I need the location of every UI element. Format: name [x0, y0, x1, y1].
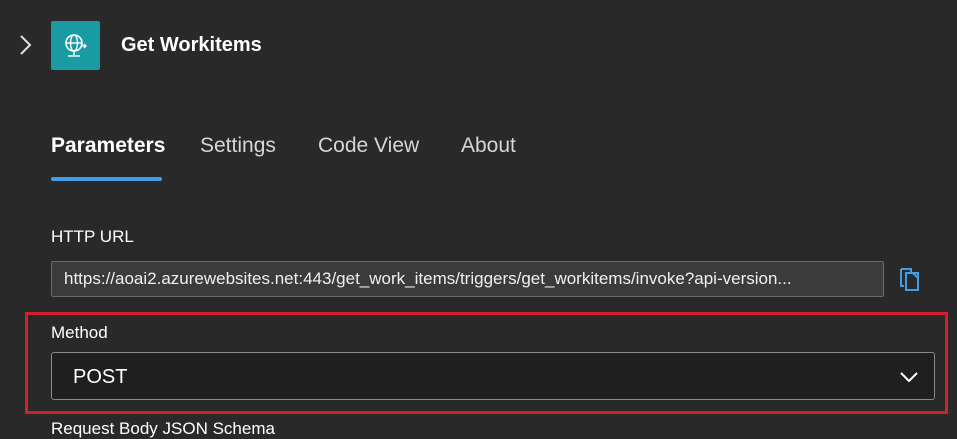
method-label: Method	[51, 323, 108, 342]
tab-about[interactable]: About	[461, 134, 516, 158]
http-url-label: HTTP URL	[51, 227, 134, 246]
http-action-icon	[51, 21, 100, 70]
chevron-down-icon	[898, 367, 920, 387]
method-dropdown[interactable]: POST	[51, 352, 935, 400]
active-tab-indicator	[51, 177, 162, 181]
method-selected-value: POST	[73, 366, 128, 388]
tab-settings[interactable]: Settings	[200, 134, 276, 158]
request-body-schema-label: Request Body JSON Schema	[51, 419, 275, 438]
action-header: Get Workitems	[0, 0, 957, 90]
action-details-panel: Get Workitems Parameters Settings Code V…	[0, 0, 957, 439]
tab-code-view[interactable]: Code View	[318, 134, 419, 158]
globe-network-icon	[65, 34, 87, 57]
http-url-field[interactable]: https://aoai2.azurewebsites.net:443/get_…	[51, 261, 884, 297]
copy-icon[interactable]	[896, 266, 924, 294]
action-title: Get Workitems	[121, 34, 262, 56]
tab-parameters[interactable]: Parameters	[51, 134, 165, 158]
chevron-right-icon[interactable]	[15, 31, 35, 59]
